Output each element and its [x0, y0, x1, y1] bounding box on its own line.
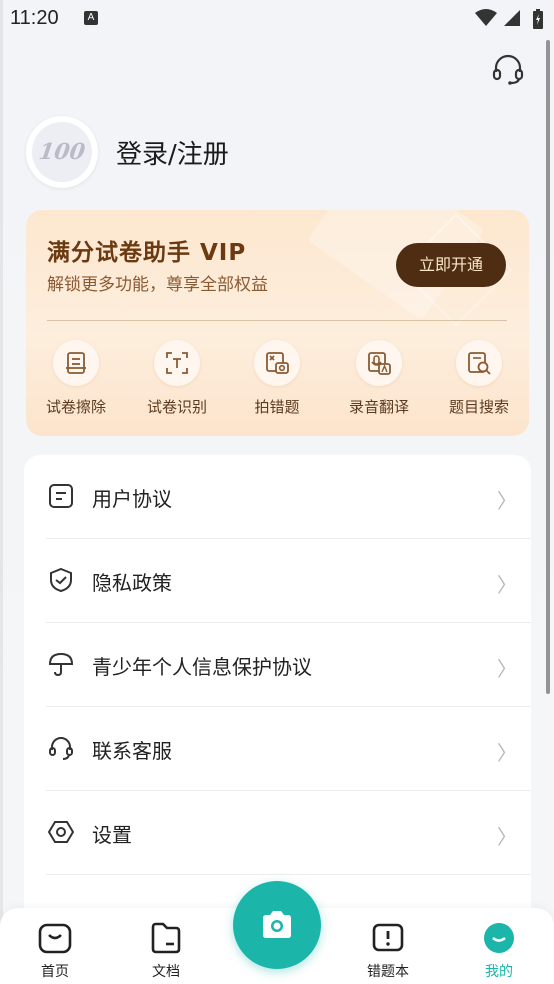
menu-item-label: 隐私政策 — [92, 571, 172, 595]
divider — [46, 874, 531, 875]
menu-item-settings[interactable]: 设置 〉 — [24, 791, 531, 875]
photo-mistake-icon — [254, 340, 300, 386]
feature-paper-erase[interactable]: 试卷擦除 — [28, 340, 124, 417]
record-translate-icon — [356, 340, 402, 386]
chevron-right-icon: 〉 — [497, 573, 517, 597]
menu-item-label: 用户协议 — [92, 487, 172, 511]
customer-service-icon[interactable] — [490, 52, 526, 88]
feature-label: 题目搜索 — [448, 398, 509, 416]
settings-hexagon-icon — [48, 821, 74, 843]
home-icon — [38, 923, 72, 954]
feature-label: 录音翻译 — [348, 398, 409, 416]
headset-icon — [49, 737, 73, 760]
menu-item-privacy-policy[interactable]: 隐私政策 〉 — [24, 539, 531, 623]
scrollbar[interactable] — [546, 40, 550, 694]
menu-item-contact-service[interactable]: 联系客服 〉 — [24, 707, 531, 791]
feature-photo-mistake[interactable]: 拍错题 — [229, 340, 325, 417]
battery-icon — [533, 9, 543, 29]
shield-check-icon — [50, 567, 72, 593]
chevron-right-icon: 〉 — [497, 825, 517, 849]
mistake-book-icon — [372, 923, 404, 952]
settings-menu: 用户协议 〉 隐私政策 〉 青少年个人信息保护协议 〉 联系客服 〉 设置 〉 — [24, 455, 531, 925]
feature-label: 拍错题 — [254, 398, 300, 416]
nav-home[interactable]: 首页 — [15, 908, 95, 984]
vip-subtitle: 解锁更多功能，尊享全部权益 — [47, 275, 268, 295]
menu-item-label: 联系客服 — [92, 739, 172, 763]
signal-icon — [504, 10, 520, 26]
vip-features: 试卷擦除 试卷识别 拍错题 录音翻译 题目搜索 — [26, 340, 529, 420]
camera-button[interactable] — [233, 881, 321, 969]
chevron-right-icon: 〉 — [497, 489, 517, 513]
document-icon — [49, 484, 73, 508]
menu-item-label: 设置 — [92, 823, 132, 847]
chevron-right-icon: 〉 — [497, 657, 517, 681]
avatar-text: 100 — [37, 139, 87, 165]
nav-label: 首页 — [41, 964, 69, 980]
menu-item-label: 青少年个人信息保护协议 — [92, 655, 312, 679]
scan-text-icon — [154, 340, 200, 386]
vip-open-button[interactable]: 立即开通 — [396, 243, 506, 287]
vip-divider — [47, 320, 507, 321]
login-register-link[interactable]: 登录/注册 — [116, 134, 229, 171]
page-edge — [0, 0, 3, 984]
document-folder-icon — [151, 922, 181, 954]
menu-item-user-agreement[interactable]: 用户协议 〉 — [24, 455, 531, 539]
feature-label: 试卷识别 — [146, 398, 207, 416]
nav-label: 我的 — [485, 964, 513, 980]
paper-erase-icon — [53, 340, 99, 386]
feature-question-search[interactable]: 题目搜索 — [431, 340, 527, 417]
umbrella-icon — [48, 652, 74, 677]
nav-documents[interactable]: 文档 — [126, 908, 206, 984]
nav-profile[interactable]: 我的 — [459, 908, 539, 984]
status-bar: 11:20 A — [0, 0, 554, 40]
feature-scan-text[interactable]: 试卷识别 — [129, 340, 225, 417]
feature-record-translate[interactable]: 录音翻译 — [331, 340, 427, 417]
wifi-icon — [475, 9, 497, 26]
feature-label: 试卷擦除 — [45, 398, 106, 416]
avatar[interactable]: 100 — [26, 116, 98, 188]
nav-mistake-book[interactable]: 错题本 — [348, 908, 428, 984]
avatar-image: 100 — [32, 122, 92, 182]
question-search-icon — [456, 340, 502, 386]
camera-icon — [263, 911, 291, 938]
notification-icon: A — [84, 11, 98, 25]
chevron-right-icon: 〉 — [497, 741, 517, 765]
vip-title: 满分试卷助手 VIP — [47, 240, 247, 266]
vip-card[interactable]: 满分试卷助手 VIP 解锁更多功能，尊享全部权益 立即开通 试卷擦除 试卷识别 … — [26, 210, 529, 436]
profile-icon — [484, 923, 514, 953]
nav-label: 错题本 — [367, 964, 409, 980]
status-time: 11:20 — [10, 7, 59, 29]
nav-label: 文档 — [152, 964, 180, 980]
menu-item-youth-protection[interactable]: 青少年个人信息保护协议 〉 — [24, 623, 531, 707]
